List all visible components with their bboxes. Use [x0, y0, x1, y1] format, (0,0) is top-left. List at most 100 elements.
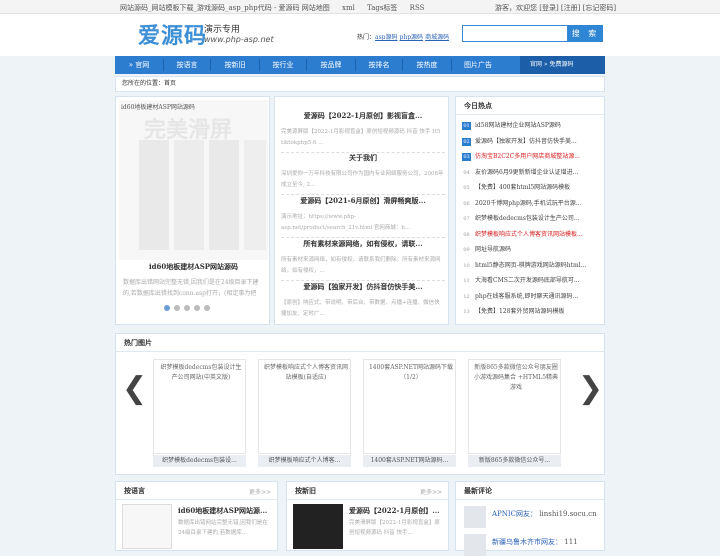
hot-list-item[interactable]: 04 友价源码6月9更新新增企业认证增进... — [462, 166, 602, 179]
nav-item-home[interactable]: » 官网 — [115, 56, 163, 74]
section-title: 最新评论 — [456, 482, 604, 500]
rank-number: 06 — [463, 200, 470, 207]
item-desc: 数据库出错网站完整无错,因我们是在24级目录下建的,若数据库... — [178, 520, 268, 536]
news-summary: 所有素材来源网络，如有侵权，请联系我们删除。所有素材来源网络，如有侵权，... — [281, 257, 441, 274]
more-link[interactable]: 更多>> — [420, 487, 442, 496]
slider-image[interactable]: id60地板建材ASP网站源码 完美滑屏 — [119, 100, 268, 260]
breadcrumb-home[interactable]: 首页 — [164, 80, 176, 87]
news-list: 爱源码【2022-1月原创】影视盲盒... 完美源屏版【2022-1月影视盲盒】… — [274, 96, 449, 325]
item-thumbnail[interactable] — [122, 504, 172, 549]
chevron-left-icon[interactable]: ❮ — [122, 371, 147, 406]
nav-item-popularity[interactable]: 按热度 — [403, 56, 451, 74]
slider-dot[interactable] — [204, 305, 210, 311]
hot-list-item[interactable]: 05 【免费】400套html5网站源码模板 — [462, 181, 602, 194]
news-title[interactable]: 关于我们 — [281, 153, 445, 163]
nav-free-source[interactable]: 官网 » 免费源码 — [520, 56, 605, 74]
hot-list-text[interactable]: html5静态网页-棋牌游戏网站源码html... — [475, 262, 586, 269]
hot-list-item[interactable]: 11 大海看CMS二次开发源码底部导航可... — [462, 274, 602, 287]
gallery-image-alt: 织梦模板响应式个人博客资讯网站模板(自适应) — [263, 364, 348, 381]
gallery-caption[interactable]: 新版865多款微信公众号... — [468, 455, 561, 467]
rank-number: 01 — [462, 122, 471, 130]
news-item: 所有素材来源网络，如有侵权，请联... 所有素材来源网络，如有侵权，请联系我们删… — [281, 239, 445, 281]
hot-list-item[interactable]: 13 【免费】128套外贸网站源码模板 — [462, 305, 602, 318]
gallery-card[interactable]: 1400套ASP.NET网站源码下载（1/2） 1400套ASP.NET网站源码… — [363, 359, 456, 467]
gallery-caption[interactable]: 织梦模板响应式个人博客... — [258, 455, 351, 467]
hot-list-text[interactable]: 织梦模板dedecms包装设计生产公司... — [475, 215, 580, 222]
slider-dot[interactable] — [164, 305, 170, 311]
hot-link-shop[interactable]: 商城源码 — [425, 34, 449, 41]
slider-dot[interactable] — [184, 305, 190, 311]
hot-list-item[interactable]: 09 网址导航源码 — [462, 243, 602, 256]
hot-list-text[interactable]: 2020千博网php源码,手机试玩平台源... — [475, 200, 581, 207]
news-title[interactable]: 所有素材来源网络，如有侵权，请联... — [281, 239, 445, 249]
hot-list-item[interactable]: 12 php在线客服系统,即时聊天通讯源码... — [462, 290, 602, 303]
image-gallery: 热门图片 ❮ ❯ 织梦模板dedecms包装设计生产公司网站(中英文版) 织梦模… — [115, 333, 605, 475]
gallery-caption[interactable]: 织梦模板dedecms包装设... — [153, 455, 246, 467]
nav-item-industry[interactable]: 按行业 — [260, 56, 306, 74]
slider-dot[interactable] — [174, 305, 180, 311]
slider-title[interactable]: id60地板建材ASP网站源码 — [116, 262, 271, 272]
hot-link-asp[interactable]: asp源码 — [375, 34, 398, 41]
hot-list-text[interactable]: 仿淘宝B2C2C多用户网店商城整站源... — [475, 153, 580, 160]
user-status[interactable]: 游客，欢迎您 [登录] [注册] [忘记密码] — [495, 3, 616, 13]
chevron-right-icon[interactable]: ❯ — [578, 371, 603, 406]
hot-list-item[interactable]: 01 id58网站建材企业网站ASP源码 — [462, 119, 602, 132]
news-item: 爱源码【2022-1月原创】影视盲盒... 完美源屏版【2022-1月影视盲盒】… — [281, 111, 445, 153]
item-title[interactable]: id60地板建材ASP网站源... — [178, 506, 267, 516]
more-link[interactable]: 更多>> — [249, 487, 271, 496]
search-button[interactable]: 搜 索 — [568, 25, 603, 42]
news-item: 爱源码【独家开发】仿抖音仿快手美... 【原创】响应式、带说明、带后台、带数据、… — [281, 282, 445, 320]
news-title[interactable]: 爱源码【2022-1月原创】影视盲盒... — [281, 111, 445, 121]
hot-list-text[interactable]: php在线客服系统,即时聊天通讯源码... — [475, 293, 578, 300]
news-title[interactable]: 爱源码【2021-6月原创】滑屏畅爽版... — [281, 196, 445, 206]
hot-link-php[interactable]: php源码 — [400, 34, 424, 41]
search-input[interactable] — [462, 25, 568, 42]
hot-list-text[interactable]: id58网站建材企业网站ASP源码 — [475, 122, 561, 129]
hot-list-text[interactable]: 网址导航源码 — [475, 246, 511, 253]
top-link-xml[interactable]: xml — [342, 4, 355, 12]
hot-list-item[interactable]: 10 html5静态网页-棋牌游戏网站源码html... — [462, 259, 602, 272]
hot-list-text[interactable]: 爱源码【独家开发】仿抖音仿快手美... — [475, 138, 577, 145]
hot-list-text[interactable]: 大海看CMS二次开发源码底部导航可... — [475, 277, 580, 284]
hot-list-item[interactable]: 07 织梦模板dedecms包装设计生产公司... — [462, 212, 602, 225]
rank-number: 11 — [463, 278, 470, 284]
nav-item-image-ads[interactable]: 图片广告 — [452, 56, 504, 74]
top-link-home[interactable]: 网站源码_网站模板下载_游戏源码_asp_php代码 - 爱源码 网站地图 — [120, 4, 330, 12]
nav-item-language[interactable]: 按语言 — [164, 56, 210, 74]
section-language: 按语言 更多>> id60地板建材ASP网站源... 数据库出错网站完整无错,因… — [115, 481, 278, 551]
news-title[interactable]: 爱源码【独家开发】仿抖音仿快手美... — [281, 282, 445, 292]
news-summary: 演示地址：https://www.php-asp.net/product/sea… — [281, 214, 411, 231]
breadcrumb: 您所在的位置：首页 — [115, 76, 605, 92]
gallery-card[interactable]: 织梦模板响应式个人博客资讯网站模板(自适应) 织梦模板响应式个人博客... — [258, 359, 351, 467]
item-thumbnail[interactable] — [293, 504, 343, 549]
hot-list-title: 今日热点 — [456, 97, 604, 115]
hot-list-item[interactable]: 06 2020千博网php源码,手机试玩平台源... — [462, 197, 602, 210]
rank-number: 09 — [463, 247, 470, 253]
hot-list-item[interactable]: 08 织梦模板响应式个人博客资讯网站模板... — [462, 228, 602, 241]
hot-list-text[interactable]: 【免费】128套外贸网站源码模板 — [475, 308, 564, 315]
hot-list-text[interactable]: 友价源码6月9更新新增企业认证增进... — [475, 169, 578, 176]
hot-list-item[interactable]: 03 仿淘宝B2C2C多用户网店商城整站源... — [462, 150, 602, 163]
gallery-image-alt: 织梦模板dedecms包装设计生产公司网站(中英文版) — [160, 364, 242, 381]
slider-dot[interactable] — [194, 305, 200, 311]
item-title[interactable]: 爱源码【2022-1月原创】... — [349, 506, 440, 516]
top-link-rss[interactable]: RSS — [410, 4, 425, 12]
hot-list-text[interactable]: 【免费】400套html5网站源码模板 — [475, 184, 570, 191]
section-age: 按新旧 更多>> 爱源码【2022-1月原创】... 完美滑屏版【2022-1月… — [286, 481, 449, 551]
slider-desc: 数据库出错网站完整无错,因我们是在24级目录下建的,若数据库出错找到conn.a… — [123, 279, 259, 297]
comment-line: 新疆乌鲁木齐市网友： 111 — [492, 538, 578, 546]
rank-number: 12 — [463, 293, 470, 300]
nav-item-brand[interactable]: 按品牌 — [307, 56, 355, 74]
gallery-caption[interactable]: 1400套ASP.NET网站源码... — [363, 455, 456, 467]
news-summary: 深圳爱你一万年科技有限公司作为国内专业网络服务公司，2008年成立至今, 2..… — [281, 171, 444, 188]
hot-keywords: 热门：asp源码 php源码 商城源码 — [357, 32, 451, 41]
nav-item-rank[interactable]: 按排名 — [356, 56, 402, 74]
nav-item-age[interactable]: 按新旧 — [211, 56, 259, 74]
gallery-card[interactable]: 新版865多款微信公众号朋友圈小游戏源码集合 +HTML5精典游戏 新版865多… — [468, 359, 561, 467]
gallery-card[interactable]: 织梦模板dedecms包装设计生产公司网站(中英文版) 织梦模板dedecms包… — [153, 359, 246, 467]
hot-list-text[interactable]: 织梦模板响应式个人博客资讯网站模板... — [475, 231, 583, 238]
hot-list: 今日热点 01 id58网站建材企业网站ASP源码 02 爱源码【独家开发】仿抖音仿快… — [455, 96, 605, 325]
logo[interactable]: 爱源码 — [138, 18, 207, 50]
hot-list-item[interactable]: 02 爱源码【独家开发】仿抖音仿快手美... — [462, 135, 602, 148]
top-link-tags[interactable]: Tags标签 — [367, 4, 397, 12]
